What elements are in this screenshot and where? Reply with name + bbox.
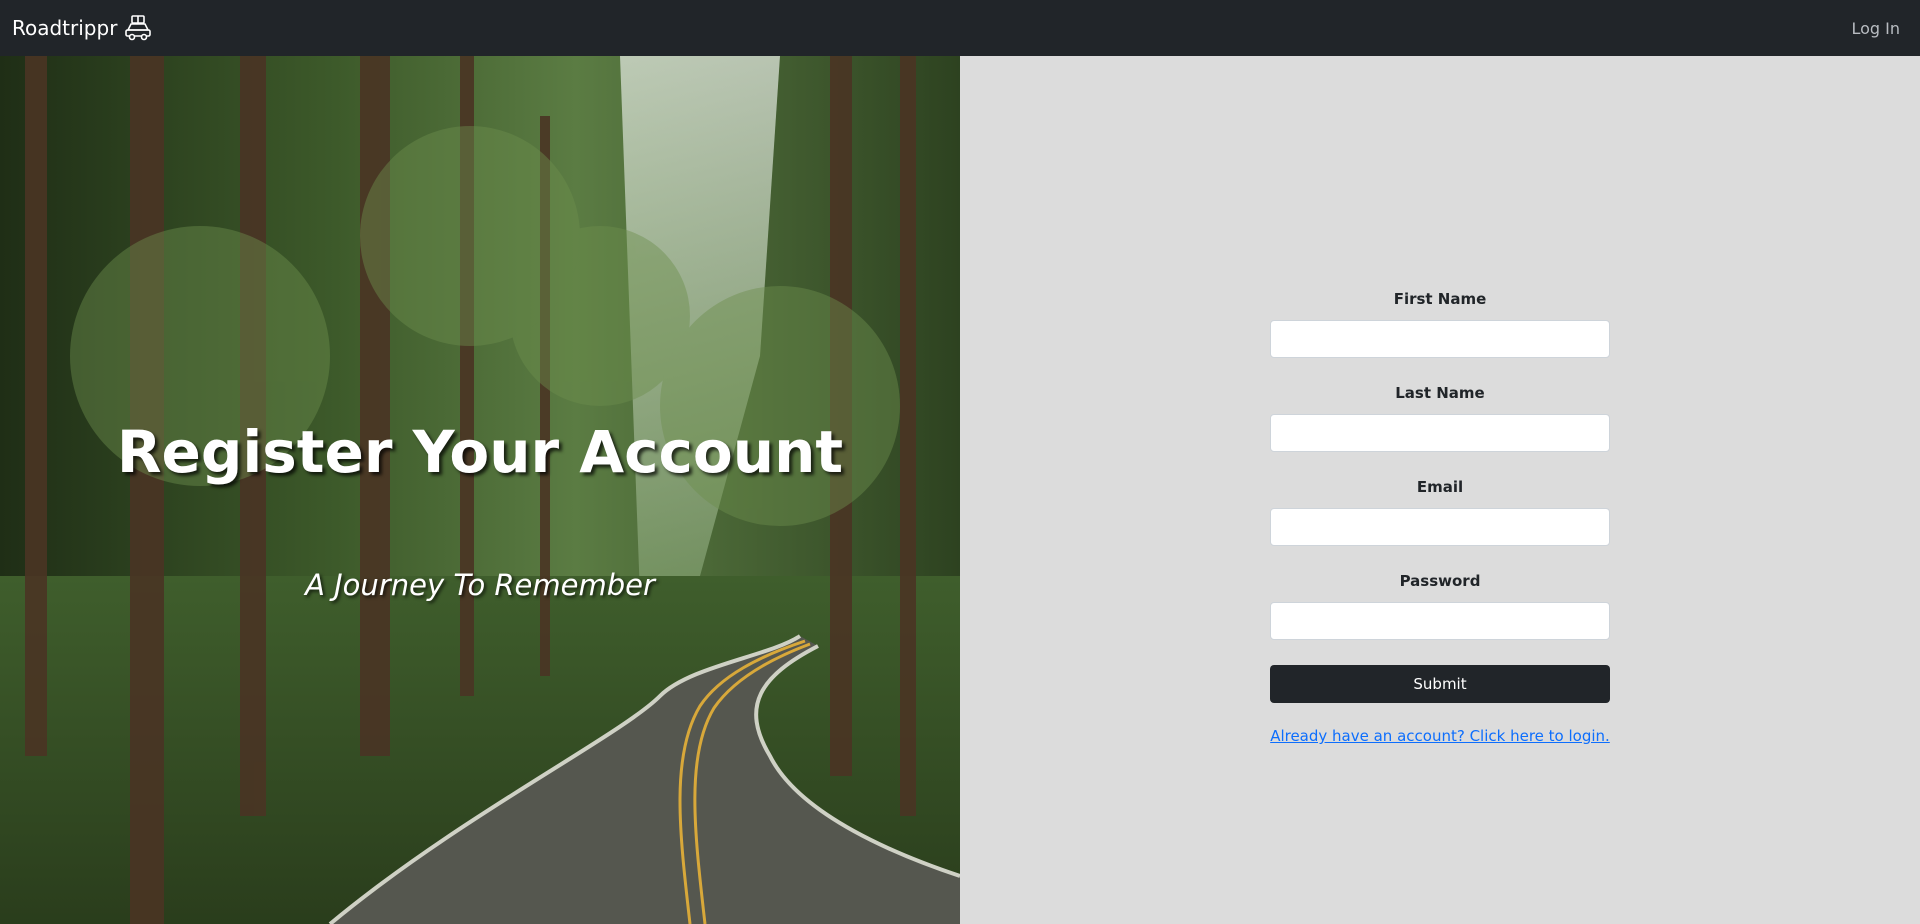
- brand-name: Roadtrippr: [12, 16, 118, 40]
- login-nav-link[interactable]: Log In: [1851, 19, 1900, 38]
- registration-panel: First Name Last Name Email Password Subm…: [960, 56, 1920, 924]
- email-input[interactable]: [1270, 508, 1610, 546]
- password-label: Password: [1399, 572, 1481, 590]
- password-input[interactable]: [1270, 602, 1610, 640]
- registration-form: First Name Last Name Email Password Subm…: [1270, 290, 1610, 745]
- hero-image: Register Your Account A Journey To Remem…: [0, 56, 960, 924]
- first-name-input[interactable]: [1270, 320, 1610, 358]
- car-with-luggage-icon: [123, 13, 153, 43]
- submit-button[interactable]: Submit: [1270, 665, 1610, 703]
- email-label: Email: [1416, 478, 1464, 496]
- forest-road-image: [0, 56, 960, 924]
- hero-subtitle: A Journey To Remember: [305, 568, 655, 602]
- top-navbar: Roadtrippr Log In: [0, 0, 1920, 56]
- last-name-label: Last Name: [1395, 384, 1485, 402]
- first-name-label: First Name: [1393, 290, 1487, 308]
- last-name-input[interactable]: [1270, 414, 1610, 452]
- login-link[interactable]: Already have an account? Click here to l…: [1270, 727, 1610, 745]
- brand-link[interactable]: Roadtrippr: [12, 13, 153, 43]
- hero-title: Register Your Account: [116, 418, 844, 486]
